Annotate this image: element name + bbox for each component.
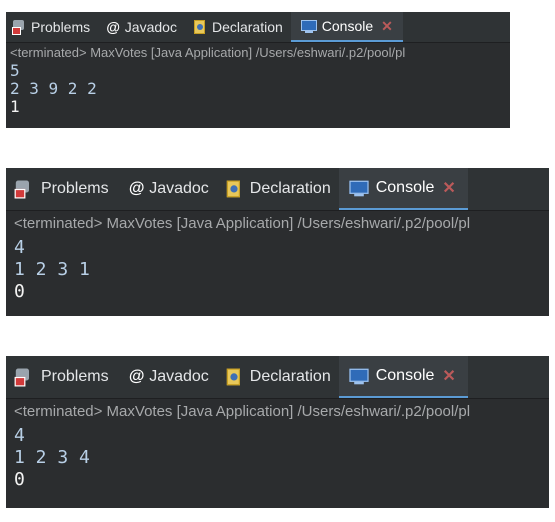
tab-javadoc[interactable]: @ Javadoc [98, 12, 185, 42]
tab-declaration[interactable]: Declaration [219, 356, 339, 398]
tab-javadoc-label: Javadoc [149, 180, 209, 197]
console-output-line-1: 4 [14, 237, 25, 258]
console-output-line-2: 1 2 3 4 [14, 447, 90, 468]
tab-console[interactable]: Console ✕ [338, 356, 468, 398]
tab-problems-label: Problems [41, 180, 109, 197]
declaration-icon [225, 180, 242, 198]
tab-console-label: Console [375, 179, 435, 196]
tab-javadoc[interactable]: @ Javadoc [119, 168, 219, 210]
close-icon[interactable]: ✕ [442, 366, 455, 386]
close-icon[interactable]: ✕ [442, 178, 455, 198]
console-output-result: 1 [10, 97, 20, 116]
tab-problems[interactable]: Problems [6, 12, 98, 42]
console-status-line: <terminated> MaxVotes [Java Application]… [6, 399, 549, 425]
console-panel-2: Problems @ Javadoc Declaration Console ✕… [6, 168, 549, 316]
tab-declaration[interactable]: Declaration [219, 168, 339, 210]
console-panel-1: Problems @ Javadoc Declaration Console ✕… [6, 12, 510, 128]
console-icon [300, 19, 317, 33]
declaration-icon [193, 19, 207, 35]
close-icon[interactable]: ✕ [381, 18, 393, 35]
console-icon [349, 180, 369, 196]
tab-console-label: Console [375, 367, 435, 384]
console-output-result: 0 [14, 281, 25, 302]
problems-icon [14, 180, 32, 198]
javadoc-icon: @ [106, 19, 120, 35]
console-panel-3: Problems @ Javadoc Declaration Console ✕… [6, 356, 549, 508]
tab-problems-label: Problems [41, 368, 109, 385]
tab-console[interactable]: Console ✕ [338, 168, 468, 210]
tab-problems[interactable]: Problems [6, 168, 119, 210]
view-tab-bar: Problems @ Javadoc Declaration Console ✕ [6, 356, 549, 399]
tab-javadoc-label: Javadoc [149, 368, 209, 385]
problems-icon [12, 19, 26, 35]
console-output-line-1: 4 [14, 425, 25, 446]
console-output-line-1: 5 [10, 61, 20, 80]
tab-declaration-label: Declaration [211, 19, 283, 35]
tab-problems[interactable]: Problems [6, 356, 119, 398]
tab-console[interactable]: Console ✕ [290, 12, 403, 42]
console-output-line-2: 2 3 9 2 2 [10, 79, 97, 98]
javadoc-icon: @ [128, 368, 145, 385]
tab-javadoc-label: Javadoc [124, 19, 177, 35]
tab-declaration[interactable]: Declaration [185, 12, 291, 42]
view-tab-bar: Problems @ Javadoc Declaration Console ✕ [6, 12, 510, 43]
problems-icon [14, 368, 32, 386]
declaration-icon [225, 368, 242, 386]
view-tab-bar: Problems @ Javadoc Declaration Console ✕ [6, 168, 549, 211]
console-output-result: 0 [14, 469, 25, 490]
console-output-line-2: 1 2 3 1 [14, 259, 90, 280]
console-status-line: <terminated> MaxVotes [Java Application]… [6, 43, 510, 62]
tab-console-label: Console [321, 18, 374, 34]
javadoc-icon: @ [128, 180, 145, 197]
tab-problems-label: Problems [31, 19, 91, 35]
tab-javadoc[interactable]: @ Javadoc [119, 356, 219, 398]
tab-declaration-label: Declaration [249, 368, 331, 385]
console-status-line: <terminated> MaxVotes [Java Application]… [6, 211, 549, 237]
tab-declaration-label: Declaration [249, 180, 331, 197]
console-icon [349, 368, 369, 384]
